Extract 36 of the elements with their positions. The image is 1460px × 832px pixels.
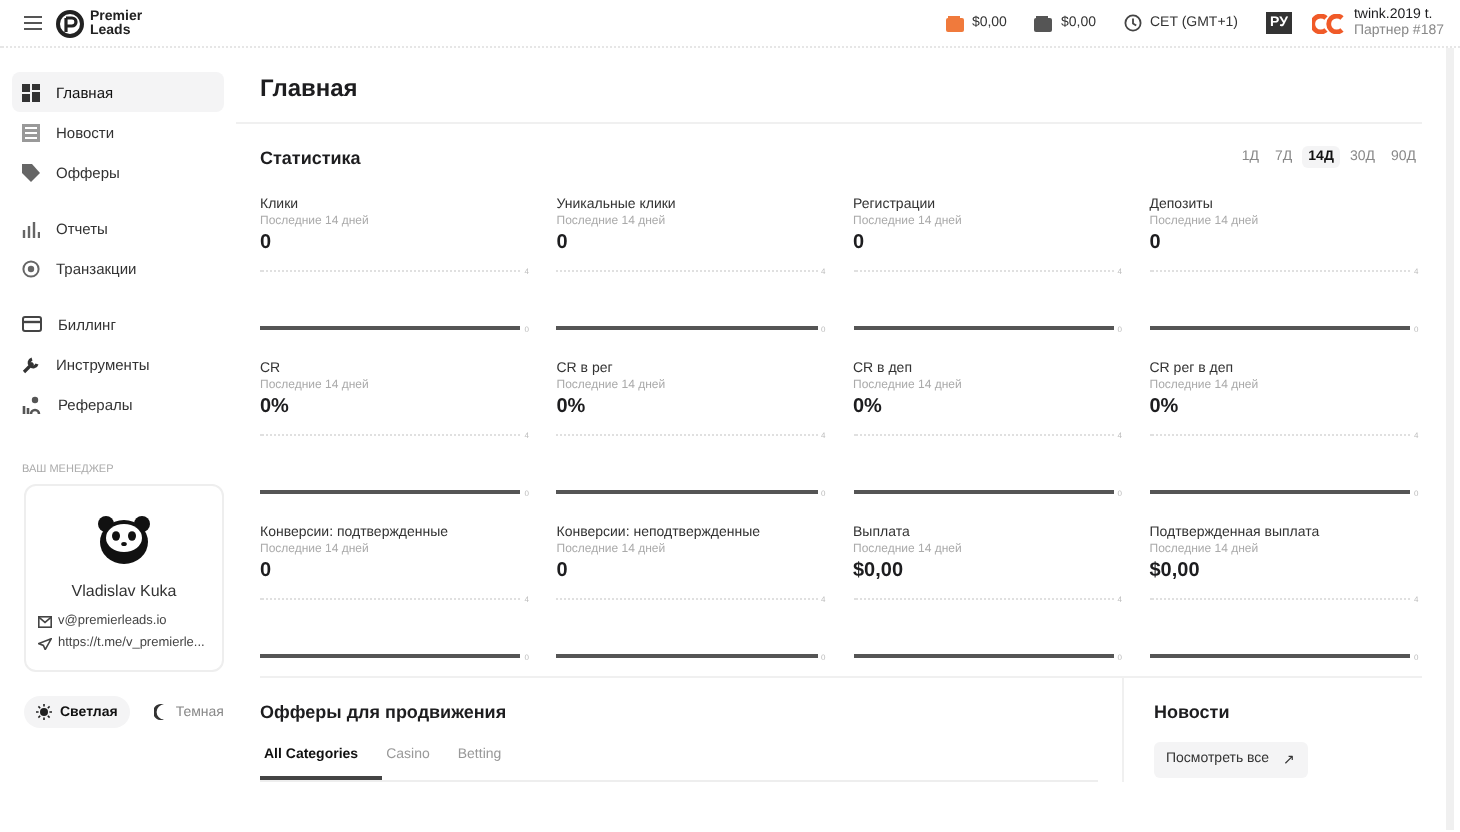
- manager-name: Vladislav Kuka: [71, 582, 177, 600]
- stat-value: 0%: [556, 394, 588, 420]
- stat-value: 0%: [260, 394, 291, 420]
- section-title: Новости: [1154, 702, 1232, 722]
- menu-icon[interactable]: [24, 16, 42, 30]
- mail-icon: [38, 615, 52, 627]
- stat-value: $0,00: [1149, 558, 1202, 584]
- panda-avatar-icon: [96, 514, 152, 566]
- target-icon: [22, 259, 40, 277]
- credit-card-icon: [22, 316, 42, 332]
- sun-icon: [36, 704, 52, 720]
- people-icon: [22, 395, 42, 413]
- logo-icon: [56, 9, 84, 37]
- page-title: Главная: [236, 48, 1422, 124]
- dashboard-icon: [22, 83, 40, 101]
- stat-value: 0: [556, 558, 570, 584]
- clock-icon: [1124, 14, 1142, 32]
- tag-icon: [22, 163, 40, 181]
- wallet-icon: [1034, 15, 1053, 31]
- bar-chart-icon: [22, 219, 40, 237]
- partner-logo-icon: [1311, 13, 1344, 33]
- stat-value: 0: [853, 230, 867, 256]
- stat-value: $0,00: [853, 558, 906, 584]
- stat-value: 0: [260, 230, 274, 256]
- stat-value: 0: [556, 230, 570, 256]
- moon-icon: [153, 704, 168, 720]
- stat-value: 0: [260, 558, 274, 584]
- send-icon: [38, 637, 52, 649]
- wrench-icon: [22, 355, 40, 373]
- stat-value: 0: [1149, 230, 1163, 256]
- wallet-icon: [945, 15, 964, 31]
- stat-value: 0%: [1149, 394, 1181, 420]
- section-title: Офферы для продвижения: [260, 702, 509, 722]
- newspaper-icon: [22, 123, 40, 141]
- stat-value: 0%: [853, 394, 884, 420]
- section-title: Статистика: [260, 147, 361, 167]
